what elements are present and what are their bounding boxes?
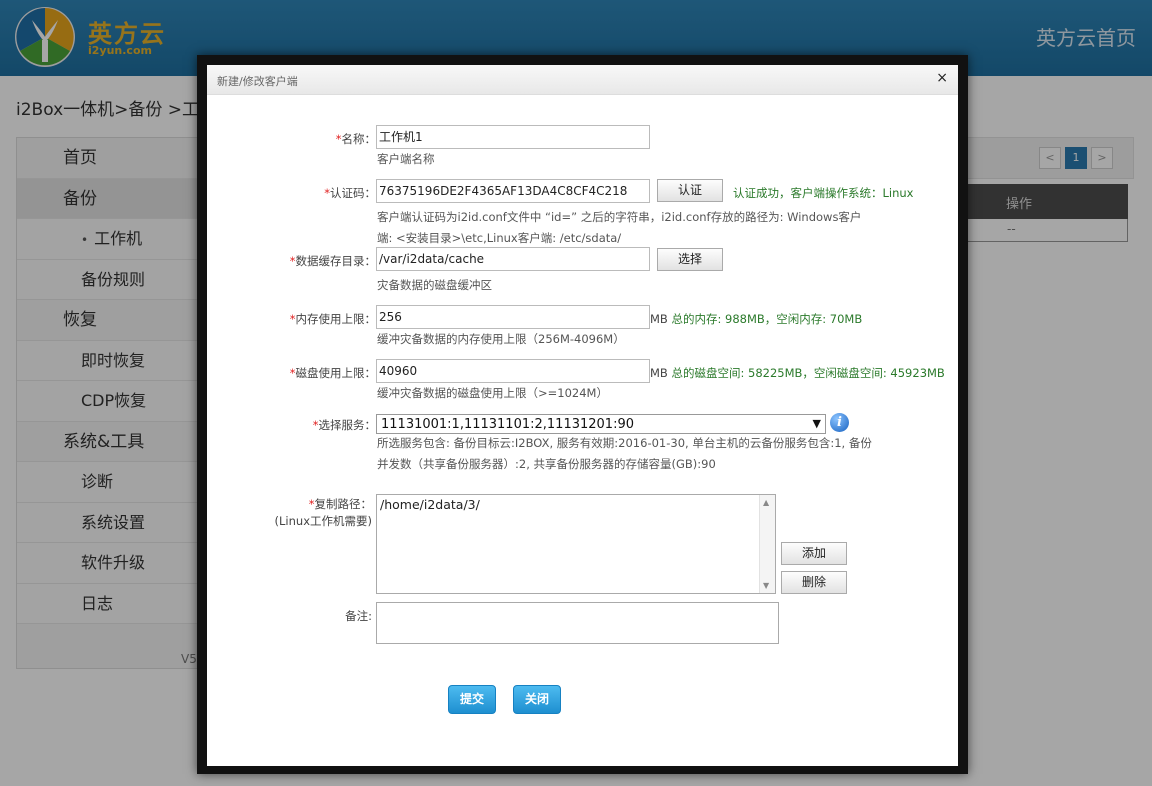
- mem-limit-hint: 缓冲灾备数据的内存使用上限（256M-4096M）: [377, 332, 625, 346]
- disk-limit-info: MB 总的磁盘空间: 58225MB，空闲磁盘空间: 45923MB: [650, 366, 945, 380]
- scroll-down-icon[interactable]: ▼: [763, 581, 769, 590]
- service-hint-line2: 并发数（共享备份服务器）:2, 共享备份服务器的存储容量(GB):90: [377, 457, 716, 471]
- auth-hint-line2: 端: <安装目录>\etc,Linux客户端: /etc/sdata/: [377, 231, 622, 245]
- dialog-title: 新建/修改客户端: [217, 75, 298, 88]
- info-icon[interactable]: i: [830, 413, 849, 432]
- dropdown-arrow-icon: ▼: [812, 417, 821, 430]
- verify-button[interactable]: 认证: [657, 179, 723, 202]
- scroll-up-icon[interactable]: ▲: [763, 498, 769, 507]
- choose-dir-button[interactable]: 选择: [657, 248, 723, 271]
- auth-status: 认证成功，客户端操作系统：Linux: [733, 186, 914, 200]
- textarea-scrollbar[interactable]: ▲ ▼: [759, 495, 775, 593]
- dialog-titlebar: 新建/修改客户端 ×: [207, 65, 958, 95]
- copy-path-value: /home/i2data/3/: [380, 497, 480, 512]
- service-hint-line1: 所选服务包含: 备份目标云:I2BOX, 服务有效期:2016-01-30, 单…: [377, 436, 872, 450]
- close-icon[interactable]: ×: [936, 70, 948, 86]
- name-hint: 客户端名称: [377, 152, 435, 166]
- close-button[interactable]: 关闭: [513, 685, 561, 714]
- disk-limit-hint: 缓冲灾备数据的磁盘使用上限（>=1024M）: [377, 386, 608, 400]
- name-input[interactable]: 工作机1: [376, 125, 650, 149]
- service-select[interactable]: 11131001:1,11131101:2,11131201:90 ▼: [376, 414, 826, 434]
- add-path-button[interactable]: 添加: [781, 542, 847, 565]
- mem-limit-label: *内存使用上限：: [289, 312, 376, 326]
- copy-path-sublabel: (Linux工作机需要): [274, 514, 372, 528]
- name-label: *名称：: [335, 132, 376, 146]
- service-label: *选择服务：: [312, 418, 376, 432]
- client-edit-dialog: 新建/修改客户端 × *名称： 工作机1 客户端名称 *认证码： 7637519…: [207, 65, 958, 766]
- mem-limit-input[interactable]: 256: [376, 305, 650, 329]
- cache-dir-label: *数据缓存目录：: [289, 254, 376, 268]
- disk-limit-input[interactable]: 40960: [376, 359, 650, 383]
- auth-code-input[interactable]: 76375196DE2F4365AF13DA4C8CF4C218: [376, 179, 650, 203]
- cache-dir-hint: 灾备数据的磁盘缓冲区: [377, 278, 492, 292]
- auth-code-label: *认证码：: [324, 186, 376, 200]
- mem-limit-info: MB 总的内存: 988MB，空闲内存: 70MB: [650, 312, 863, 326]
- note-textarea[interactable]: [376, 602, 779, 644]
- disk-limit-label: *磁盘使用上限：: [289, 366, 376, 380]
- auth-hint-line1: 客户端认证码为i2id.conf文件中 “id=” 之后的字符串，i2id.co…: [377, 210, 862, 224]
- note-label: 备注:: [345, 609, 372, 623]
- copy-path-textarea[interactable]: /home/i2data/3/ ▲ ▼: [376, 494, 776, 594]
- submit-button[interactable]: 提交: [448, 685, 496, 714]
- delete-path-button[interactable]: 删除: [781, 571, 847, 594]
- cache-dir-input[interactable]: /var/i2data/cache: [376, 247, 650, 271]
- copy-path-label: *复制路径：: [308, 497, 372, 511]
